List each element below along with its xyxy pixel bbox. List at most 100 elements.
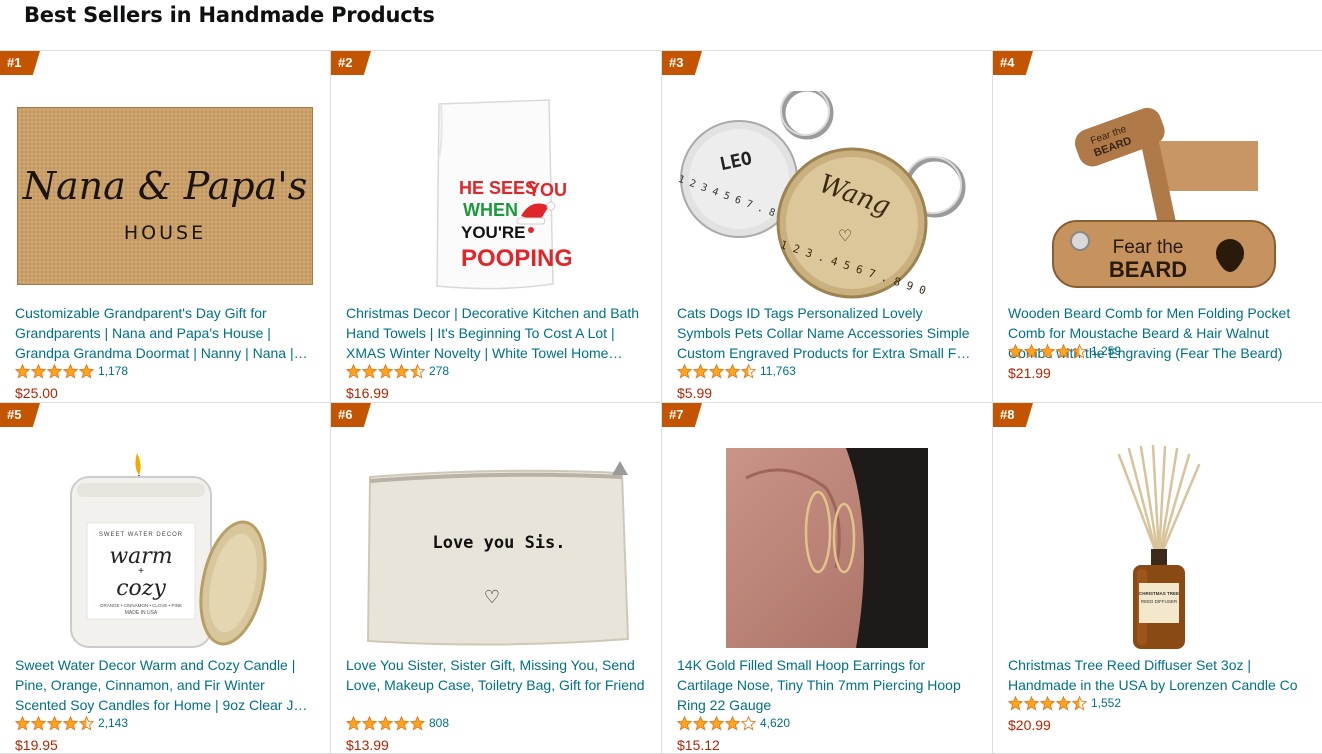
star-icon	[410, 363, 425, 379]
product-price: $21.99	[1008, 365, 1051, 381]
star-icon	[741, 715, 756, 731]
star-icon	[1024, 695, 1039, 711]
star-icon	[378, 363, 393, 379]
towel-text-you: YOU	[528, 180, 567, 200]
product-card[interactable]: #2 HE SEES YOU WHEN YOU'RE POOPING Chris…	[331, 51, 662, 403]
product-price: $19.95	[15, 737, 58, 753]
star-icon	[709, 363, 724, 379]
star-icon	[1040, 695, 1055, 711]
product-image[interactable]: CHRISTMAS TREE REED DIFFUSER	[1008, 443, 1308, 653]
star-icon	[378, 715, 393, 731]
towel-text-he-sees: HE SEES	[459, 178, 537, 198]
big-comb-text-1: Fear the	[1113, 237, 1184, 258]
product-image[interactable]: Nana & Papa's HOUSE	[15, 91, 315, 301]
product-image[interactable]: Fear the BEARD Fear the BEARD	[1008, 91, 1308, 301]
product-rating[interactable]: 808	[346, 715, 449, 731]
product-title[interactable]: Sweet Water Decor Warm and Cozy Candle |…	[15, 655, 315, 715]
rank-badge: #5	[0, 403, 40, 427]
star-rating-icons	[1008, 343, 1087, 359]
product-image[interactable]: SWEET WATER DECOR warm + cozy ORANGE • C…	[15, 443, 315, 653]
star-icon	[741, 363, 756, 379]
product-card[interactable]: #8 CHRISTMAS TREE REED DIFFUSER Christma…	[993, 403, 1322, 754]
star-icon	[725, 363, 740, 379]
review-count[interactable]: 1,552	[1091, 695, 1121, 711]
star-icon	[346, 363, 361, 379]
review-count[interactable]: 11,763	[760, 363, 796, 379]
review-count[interactable]: 278	[429, 363, 449, 379]
product-rating[interactable]: 4,620	[677, 715, 790, 731]
rank-badge: #3	[662, 51, 702, 75]
product-image[interactable]: Love you Sis. ♡	[346, 443, 646, 653]
rank-badge: #4	[993, 51, 1033, 75]
star-rating-icons	[677, 715, 756, 731]
reed-diffuser-image: CHRISTMAS TREE REED DIFFUSER	[1117, 445, 1201, 649]
product-image[interactable]: HE SEES YOU WHEN YOU'RE POOPING	[346, 91, 646, 301]
product-title[interactable]: Customizable Grandparent's Day Gift for …	[15, 303, 315, 363]
rank-badge: #6	[331, 403, 371, 427]
doormat-house-text: HOUSE	[124, 222, 206, 244]
product-rating[interactable]: 278	[346, 363, 449, 379]
doormat-script-text: Nana & Papa's	[22, 164, 307, 208]
star-icon	[1008, 343, 1023, 359]
star-icon	[1040, 343, 1055, 359]
star-icon	[1056, 695, 1071, 711]
star-rating-icons	[1008, 695, 1087, 711]
review-count[interactable]: 2,143	[98, 715, 128, 731]
product-rating[interactable]: 1,178	[15, 363, 128, 379]
product-image[interactable]	[677, 443, 977, 653]
star-icon	[725, 715, 740, 731]
comb-teeth	[1158, 141, 1258, 191]
review-count[interactable]: 1,178	[98, 363, 128, 379]
star-icon	[47, 715, 62, 731]
star-rating-icons	[346, 363, 425, 379]
product-card[interactable]: #5 SWEET WATER DECOR warm + cozy ORANGE …	[0, 403, 331, 754]
review-count[interactable]: 4,620	[760, 715, 790, 731]
makeup-bag-image: Love you Sis. ♡	[366, 461, 630, 646]
rank-badge: #1	[0, 51, 40, 75]
candle-made-text: MADE IN USA	[125, 610, 158, 616]
candle-cozy-text: cozy	[116, 576, 166, 601]
product-price: $13.99	[346, 737, 389, 753]
star-icon	[47, 363, 62, 379]
product-title[interactable]: Love You Sister, Sister Gift, Missing Yo…	[346, 655, 646, 695]
product-rating[interactable]: 1,259	[1008, 343, 1121, 359]
pet-tags-image: LEO 1 2 3 4 5 6 7 . 8 9 0 Wang ♡ 1 2 3 .…	[677, 91, 966, 299]
star-icon	[394, 363, 409, 379]
star-icon	[31, 715, 46, 731]
product-rating[interactable]: 11,763	[677, 363, 796, 379]
star-icon	[1008, 695, 1023, 711]
product-card[interactable]: #7 14K Gold Filled Small Hoop Earrings f…	[662, 403, 993, 754]
towel-image: HE SEES YOU WHEN YOU'RE POOPING	[436, 99, 571, 290]
towel-text-youre: YOU'RE	[461, 223, 526, 242]
rank-badge: #8	[993, 403, 1033, 427]
star-icon	[362, 363, 377, 379]
candle-brand-text: SWEET WATER DECOR	[99, 532, 183, 538]
product-image[interactable]: LEO 1 2 3 4 5 6 7 . 8 9 0 Wang ♡ 1 2 3 .…	[677, 91, 977, 301]
product-rating[interactable]: 1,552	[1008, 695, 1121, 711]
star-icon	[394, 715, 409, 731]
star-icon	[362, 715, 377, 731]
star-icon	[31, 363, 46, 379]
star-icon	[79, 363, 94, 379]
star-icon	[1072, 695, 1087, 711]
bestseller-grid: #1 Nana & Papa's HOUSE Customizable Gran…	[0, 50, 1322, 754]
star-icon	[15, 715, 30, 731]
product-card[interactable]: #4 Fear the BEARD Fear the BEARD Wooden …	[993, 51, 1322, 403]
star-icon	[63, 363, 78, 379]
product-card[interactable]: #1 Nana & Papa's HOUSE Customizable Gran…	[0, 51, 331, 403]
product-title[interactable]: 14K Gold Filled Small Hoop Earrings for …	[677, 655, 977, 715]
product-price: $5.99	[677, 385, 713, 401]
star-icon	[1024, 343, 1039, 359]
product-rating[interactable]: 2,143	[15, 715, 128, 731]
rank-badge: #7	[662, 403, 702, 427]
review-count[interactable]: 808	[429, 715, 449, 731]
product-title[interactable]: Cats Dogs ID Tags Personalized Lovely Sy…	[677, 303, 977, 363]
product-title[interactable]: Christmas Tree Reed Diffuser Set 3oz | H…	[1008, 655, 1308, 695]
towel-text-when: WHEN	[463, 200, 518, 220]
product-card[interactable]: #6 Love you Sis. ♡ Love You Sister, Sist…	[331, 403, 662, 754]
star-icon	[63, 715, 78, 731]
review-count[interactable]: 1,259	[1091, 343, 1121, 359]
product-title[interactable]: Christmas Decor | Decorative Kitchen and…	[346, 303, 646, 363]
product-price: $16.99	[346, 385, 389, 401]
product-card[interactable]: #3 LEO 1 2 3 4 5 6 7 . 8 9 0 Wang ♡ 1 2 …	[662, 51, 993, 403]
